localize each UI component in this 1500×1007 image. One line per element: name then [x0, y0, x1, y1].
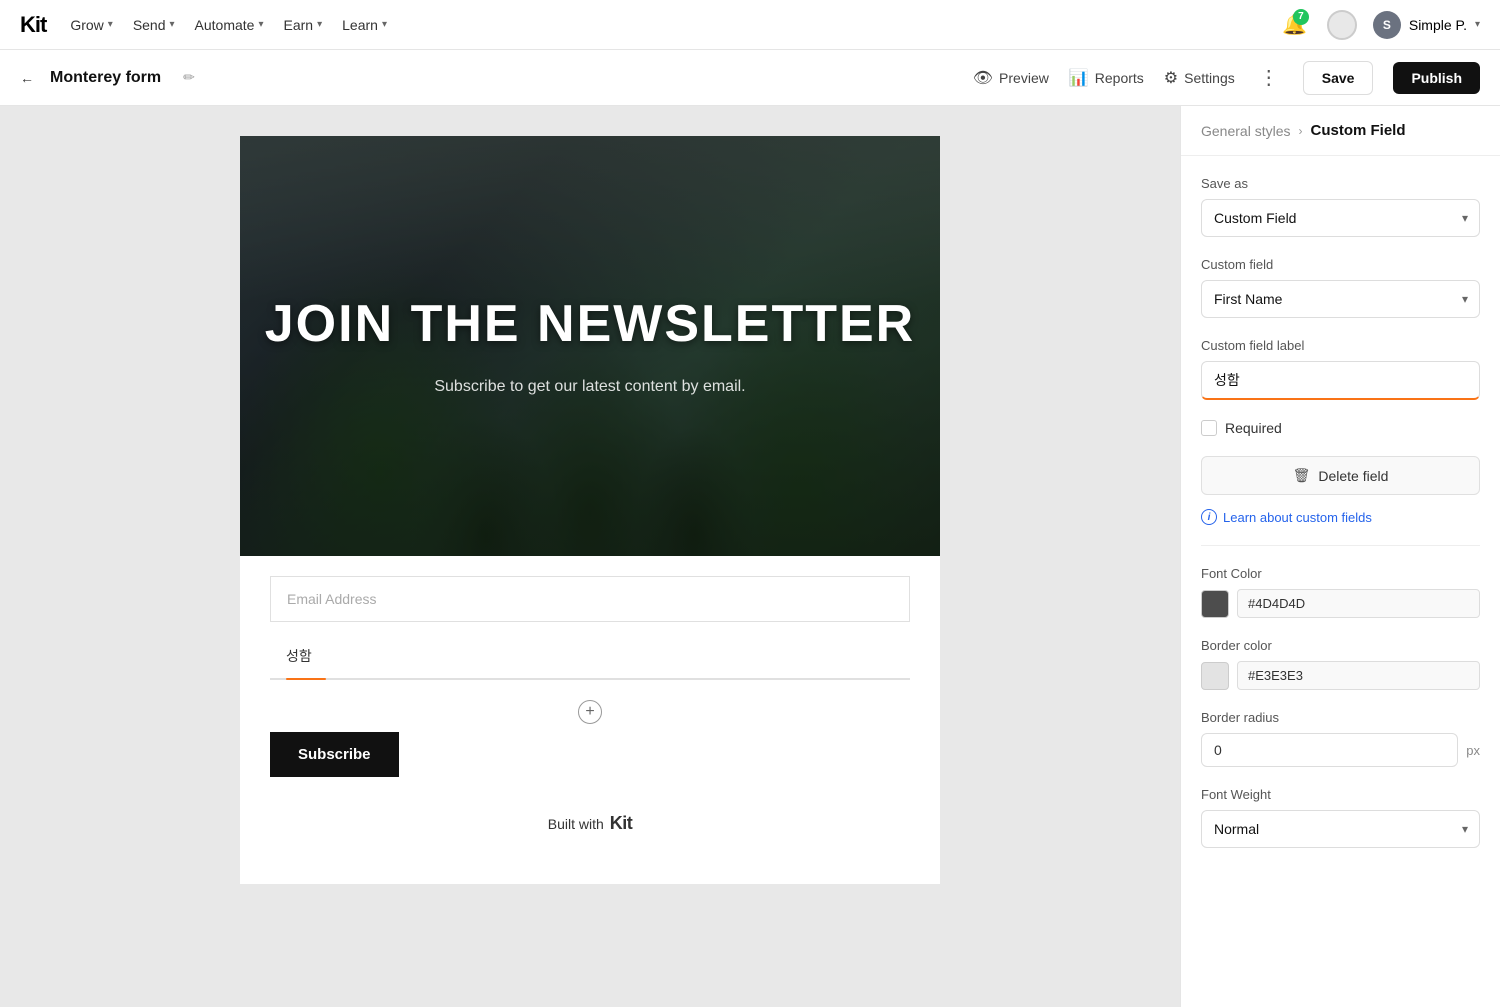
add-field-row: +	[270, 692, 910, 732]
border-color-input[interactable]	[1237, 661, 1480, 690]
border-color-section: Border color	[1201, 638, 1480, 690]
custom-field-label-input[interactable]	[1201, 361, 1480, 400]
user-chevron-icon: ▾	[1475, 19, 1480, 30]
publish-button[interactable]: Publish	[1393, 62, 1480, 94]
font-weight-select-wrapper: Normal ▾	[1201, 810, 1480, 848]
border-radius-row: px	[1201, 733, 1480, 767]
kit-logo: Kit	[610, 813, 633, 834]
right-panel: General styles › Custom Field Save as Cu…	[1180, 106, 1500, 1007]
nav-grow[interactable]: Grow ▾	[70, 17, 112, 33]
panel-body: Save as Custom Field ▾ Custom field Firs…	[1181, 156, 1500, 888]
border-radius-label: Border radius	[1201, 710, 1480, 725]
font-color-input[interactable]	[1237, 589, 1480, 618]
nav-right: 🔔 7 S Simple P. ▾	[1279, 9, 1480, 41]
eye-icon: 👁	[973, 68, 993, 88]
earn-chevron-icon: ▾	[317, 19, 322, 30]
avatar: S	[1373, 11, 1401, 39]
custom-field-label-label: Custom field label	[1201, 338, 1480, 353]
border-radius-input[interactable]	[1201, 733, 1458, 767]
required-checkbox[interactable]	[1201, 420, 1217, 436]
toolbar: ← Monterey form ✏ 👁 Preview 📊 Reports ⚙ …	[0, 50, 1500, 106]
font-weight-select[interactable]: Normal	[1201, 810, 1480, 848]
custom-field-group	[270, 634, 910, 680]
hero-content: JOIN THE NEWSLETTER Subscribe to get our…	[245, 276, 935, 415]
user-menu-button[interactable]: S Simple P. ▾	[1373, 11, 1480, 39]
delete-field-button[interactable]: 🗑 Delete field	[1201, 456, 1480, 495]
nav-learn[interactable]: Learn ▾	[342, 17, 387, 33]
back-button[interactable]: ←	[20, 70, 34, 86]
subscribe-button[interactable]: Subscribe	[270, 732, 399, 777]
nav-links: Grow ▾ Send ▾ Automate ▾ Earn ▾ Learn ▾	[70, 17, 387, 33]
notification-button[interactable]: 🔔 7	[1279, 9, 1311, 41]
grow-chevron-icon: ▾	[108, 19, 113, 30]
nav-send[interactable]: Send ▾	[133, 17, 175, 33]
custom-field-input[interactable]	[270, 634, 910, 680]
email-field-group	[270, 576, 910, 622]
save-as-label: Save as	[1201, 176, 1480, 191]
font-weight-section: Font Weight Normal ▾	[1201, 787, 1480, 848]
add-field-button[interactable]: +	[578, 700, 602, 724]
breadcrumb: General styles › Custom Field	[1181, 106, 1500, 156]
custom-field-label-section: Custom field label	[1201, 338, 1480, 400]
px-label: px	[1466, 743, 1480, 758]
edit-icon[interactable]: ✏	[183, 69, 195, 86]
canvas-area: JOIN THE NEWSLETTER Subscribe to get our…	[0, 106, 1180, 1007]
breadcrumb-current: Custom Field	[1310, 122, 1405, 139]
automate-chevron-icon: ▾	[258, 19, 263, 30]
custom-field-select[interactable]: First Name	[1201, 280, 1480, 318]
nav-earn[interactable]: Earn ▾	[284, 17, 323, 33]
font-color-swatch[interactable]	[1201, 590, 1229, 618]
border-color-swatch[interactable]	[1201, 662, 1229, 690]
back-arrow-icon: ←	[20, 70, 34, 86]
built-with: Built with Kit	[270, 793, 910, 854]
top-nav: Kit Grow ▾ Send ▾ Automate ▾ Earn ▾ Lear…	[0, 0, 1500, 50]
hero-subtitle: Subscribe to get our latest content by e…	[265, 378, 915, 396]
status-circle	[1327, 10, 1357, 40]
font-color-section: Font Color	[1201, 566, 1480, 618]
user-name: Simple P.	[1409, 17, 1467, 33]
form-title: Monterey form	[50, 69, 161, 87]
border-color-label: Border color	[1201, 638, 1480, 653]
trash-icon: 🗑	[1293, 467, 1311, 484]
more-options-button[interactable]: ⋮	[1255, 65, 1283, 90]
learn-chevron-icon: ▾	[382, 19, 387, 30]
settings-button[interactable]: ⚙ Settings	[1164, 68, 1235, 88]
email-input[interactable]	[270, 576, 910, 622]
breadcrumb-parent[interactable]: General styles	[1201, 123, 1290, 139]
custom-field-select-wrapper: First Name ▾	[1201, 280, 1480, 318]
form-container: JOIN THE NEWSLETTER Subscribe to get our…	[240, 136, 940, 884]
save-as-section: Save as Custom Field ▾	[1201, 176, 1480, 237]
border-color-row	[1201, 661, 1480, 690]
notification-badge: 7	[1293, 9, 1309, 25]
toolbar-actions: 👁 Preview 📊 Reports ⚙ Settings ⋮ Save Pu…	[973, 61, 1480, 95]
hero-title: JOIN THE NEWSLETTER	[265, 296, 915, 353]
custom-field-panel-label: Custom field	[1201, 257, 1480, 272]
nav-automate[interactable]: Automate ▾	[195, 17, 264, 33]
subscribe-group: Subscribe	[270, 732, 910, 777]
preview-button[interactable]: 👁 Preview	[973, 68, 1049, 88]
custom-field-wrapper	[270, 634, 910, 680]
breadcrumb-arrow-icon: ›	[1298, 124, 1302, 138]
custom-field-section: Custom field First Name ▾	[1201, 257, 1480, 318]
send-chevron-icon: ▾	[170, 19, 175, 30]
save-button[interactable]: Save	[1303, 61, 1374, 95]
hero-image: JOIN THE NEWSLETTER Subscribe to get our…	[240, 136, 940, 556]
required-row: Required	[1201, 420, 1480, 436]
info-icon: i	[1201, 509, 1217, 525]
chart-icon: 📊	[1069, 68, 1089, 88]
learn-link[interactable]: i Learn about custom fields	[1201, 509, 1480, 525]
form-fields: + Subscribe Built with Kit	[240, 556, 940, 884]
save-as-select[interactable]: Custom Field	[1201, 199, 1480, 237]
font-weight-label: Font Weight	[1201, 787, 1480, 802]
border-radius-section: Border radius px	[1201, 710, 1480, 767]
required-label: Required	[1225, 420, 1282, 436]
font-color-label: Font Color	[1201, 566, 1480, 581]
main-layout: JOIN THE NEWSLETTER Subscribe to get our…	[0, 106, 1500, 1007]
save-as-select-wrapper: Custom Field ▾	[1201, 199, 1480, 237]
logo: Kit	[20, 12, 46, 38]
settings-icon: ⚙	[1164, 68, 1178, 88]
reports-button[interactable]: 📊 Reports	[1069, 68, 1144, 88]
divider	[1201, 545, 1480, 546]
font-color-row	[1201, 589, 1480, 618]
